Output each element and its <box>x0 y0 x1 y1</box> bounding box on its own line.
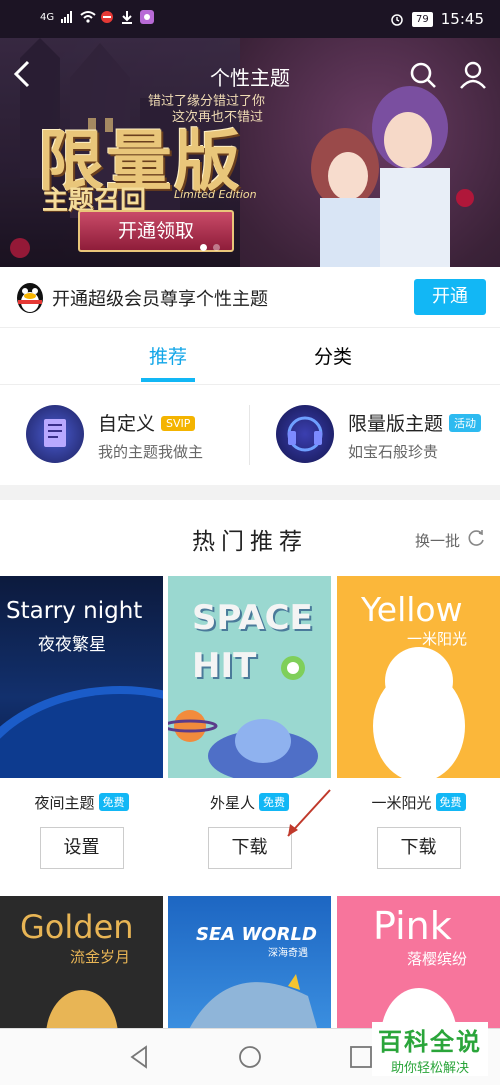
clock: 15:45 <box>440 10 484 28</box>
header-actions <box>408 60 488 94</box>
block-icon <box>100 10 114 24</box>
custom-theme-name: 自定义 SVIP <box>98 409 196 436</box>
theme-item-label: 夜间主题 免费 <box>0 792 163 813</box>
custom-theme-card[interactable]: 自定义 SVIP 我的主题我做主 <box>26 405 246 465</box>
limited-theme-title: 限量版主题 <box>348 413 444 435</box>
limited-theme-card[interactable]: 限量版主题 活动 如宝石般珍贵 <box>276 405 496 465</box>
theme-item-name: 外星人 <box>209 794 255 812</box>
limited-theme-name: 限量版主题 活动 <box>348 409 482 436</box>
tab-recommend[interactable]: 推荐 <box>149 342 187 369</box>
theme-item-pink[interactable]: Pink 落樱缤纷 <box>337 896 500 1031</box>
theme-preview-night: Starry night 夜夜繁星 <box>0 576 163 778</box>
app-notification-icon <box>140 10 155 24</box>
download-icon <box>120 10 134 24</box>
yellow-preview-en: Yellow <box>361 590 463 629</box>
custom-theme-title: 自定义 <box>98 413 156 435</box>
theme-item-seaworld[interactable]: SEA WORLD 深海奇遇 <box>168 896 331 1031</box>
alarm-icon <box>390 12 404 26</box>
tab-category[interactable]: 分类 <box>314 342 352 369</box>
user-icon[interactable] <box>458 60 488 94</box>
banner-limited-label: Limited Edition <box>174 188 257 201</box>
theme-tabs: 推荐 分类 <box>0 328 500 385</box>
carousel-dot <box>213 244 220 251</box>
download-button[interactable]: 下载 <box>207 827 292 869</box>
nav-home-icon[interactable] <box>238 1045 262 1073</box>
status-bar: 4G 79 15:45 <box>0 0 500 38</box>
nav-back-icon[interactable] <box>128 1045 150 1073</box>
carousel-indicator <box>200 244 220 251</box>
alien-preview-en1: SPACE <box>192 598 313 638</box>
watermark-subtitle: 助你轻松解决 <box>390 1061 469 1076</box>
refresh-icon <box>466 528 486 552</box>
free-badge: 免费 <box>98 793 129 811</box>
svip-badge: SVIP <box>161 416 196 431</box>
signal-icon <box>60 10 74 24</box>
set-button[interactable]: 设置 <box>39 827 124 869</box>
theme-preview-yellow: Yellow 一米阳光 <box>337 576 500 778</box>
battery-level: 79 <box>412 11 433 27</box>
status-right: 79 15:45 <box>390 10 484 28</box>
vip-promo-text: 开通超级会员尊享个性主题 <box>52 289 268 310</box>
night-preview-cn: 夜夜繁星 <box>38 635 106 655</box>
pink-preview-cn: 落樱缤纷 <box>407 950 468 968</box>
golden-preview-cn: 流金岁月 <box>70 948 131 966</box>
status-left: 4G <box>40 10 155 24</box>
theme-item-name: 夜间主题 <box>34 794 95 812</box>
theme-item-name: 一米阳光 <box>371 794 432 812</box>
theme-item-label: 一米阳光 免费 <box>337 792 500 813</box>
refresh-label: 换一批 <box>414 531 460 550</box>
feature-themes: 自定义 SVIP 我的主题我做主 限量版主题 活动 如宝石般珍贵 <box>0 385 500 485</box>
theme-preview-alien: SPACE HIT <box>168 576 331 778</box>
theme-item-yellow[interactable]: Yellow 一米阳光 一米阳光 免费 下载 <box>337 576 500 869</box>
theme-item-golden[interactable]: Golden 流金岁月 <box>0 896 163 1031</box>
vip-open-button[interactable]: 开通 <box>414 279 486 315</box>
theme-divider <box>249 405 250 465</box>
watermark-logo: 百科全说 助你轻松解决 <box>372 1022 488 1076</box>
vip-promo-bar: 开通超级会员尊享个性主题 开通 <box>0 267 500 328</box>
search-icon[interactable] <box>408 60 438 94</box>
custom-theme-avatar <box>26 405 84 463</box>
hot-recommend-section: 热门推荐 换一批 Starry night 夜夜繁星 夜间主题 免费 设置 SPA… <box>0 500 500 1084</box>
event-badge: 活动 <box>449 414 482 432</box>
limited-theme-desc: 如宝石般珍贵 <box>348 443 439 461</box>
custom-theme-desc: 我的主题我做主 <box>98 443 204 461</box>
signal-label: 4G <box>40 11 55 23</box>
yellow-preview-cn: 一米阳光 <box>407 630 468 648</box>
pink-preview-en: Pink <box>373 904 452 948</box>
golden-preview-en: Golden <box>20 908 134 946</box>
free-badge: 免费 <box>435 793 466 811</box>
limited-theme-avatar <box>276 405 334 463</box>
refresh-batch-button[interactable]: 换一批 <box>415 528 486 552</box>
theme-item-night[interactable]: Starry night 夜夜繁星 夜间主题 免费 设置 <box>0 576 163 869</box>
watermark-title: 百科全说 <box>378 1028 482 1056</box>
promo-banner[interactable]: 个性主题 错过了缘分错过了你 这次再也不错过 限量版 主题召回 Limited … <box>0 38 500 267</box>
alien-preview-en2: HIT <box>192 646 257 686</box>
nav-recent-icon[interactable] <box>350 1046 372 1072</box>
annotation-arrow <box>287 789 331 837</box>
wifi-icon <box>80 10 96 24</box>
active-tab-indicator <box>141 378 195 382</box>
qq-penguin-icon <box>14 280 46 314</box>
carousel-dot-active <box>200 244 207 251</box>
download-button[interactable]: 下载 <box>376 827 461 869</box>
night-preview-en: Starry night <box>6 598 143 624</box>
sea-preview-en: SEA WORLD <box>196 924 317 945</box>
couple-illustration <box>290 78 490 267</box>
sea-preview-cn: 深海奇遇 <box>268 948 308 959</box>
